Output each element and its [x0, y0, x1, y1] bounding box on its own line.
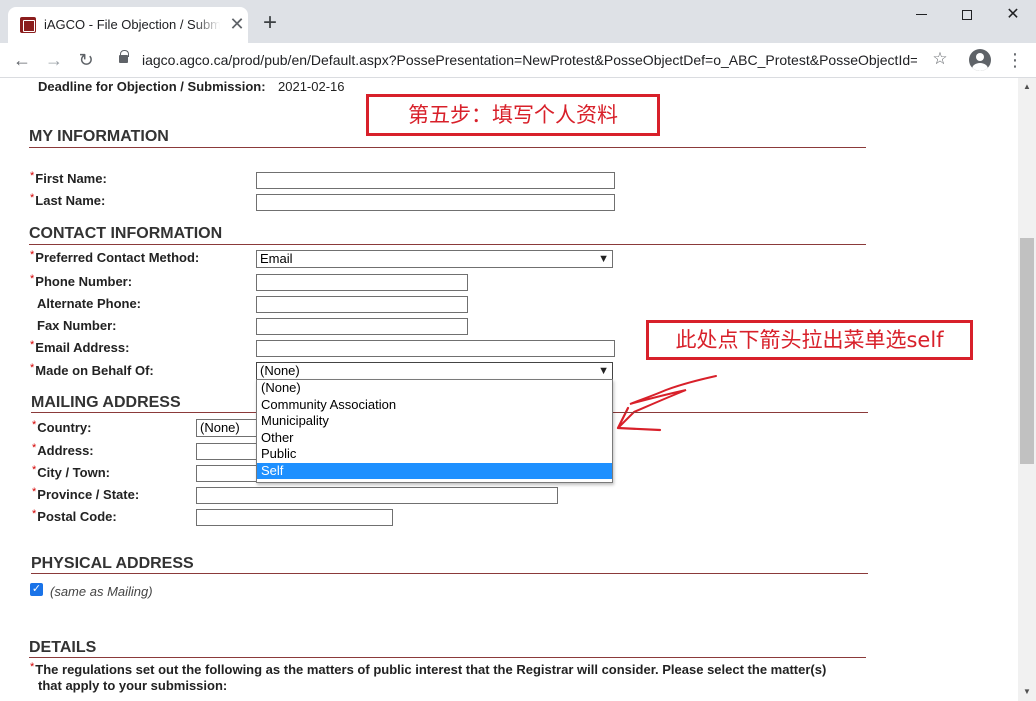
details-text-line2: that apply to your submission:: [38, 678, 228, 693]
same-as-mailing-checkbox[interactable]: ✓: [30, 583, 43, 596]
dropdown-option[interactable]: Community Association: [257, 397, 612, 414]
made-on-behalf-select[interactable]: (None) ▼: [256, 362, 613, 380]
page-scrollbar[interactable]: ▲ ▼: [1018, 78, 1036, 701]
phone-input[interactable]: [256, 274, 468, 291]
hint-annotation: 此处点下箭头拉出菜单选self: [646, 320, 973, 360]
first-name-label: *First Name:: [30, 170, 107, 186]
same-as-mailing-label: (same as Mailing): [50, 584, 153, 599]
back-arrow-icon[interactable]: ←: [10, 48, 34, 72]
scrollbar-thumb[interactable]: [1020, 238, 1034, 464]
email-input[interactable]: [256, 340, 615, 357]
address-label: *Address:: [32, 442, 94, 458]
lock-icon[interactable]: [119, 50, 129, 63]
section-title-physical-address: PHYSICAL ADDRESS: [31, 555, 194, 572]
window-close-button[interactable]: ✕: [990, 0, 1036, 30]
preferred-contact-select[interactable]: Email ▼: [256, 250, 613, 268]
section-divider: [29, 657, 866, 658]
section-title-contact-information: CONTACT INFORMATION: [29, 225, 223, 242]
profile-avatar-icon[interactable]: [969, 49, 991, 71]
section-divider: [29, 244, 866, 245]
deadline-label: Deadline for Objection / Submission:: [38, 79, 266, 94]
dropdown-option[interactable]: (None): [257, 380, 612, 397]
scroll-down-arrow-icon[interactable]: ▼: [1018, 683, 1036, 701]
browser-tab-active[interactable]: iAGCO - File Objection / Submission ✕: [8, 7, 248, 43]
section-title-my-information: MY INFORMATION: [29, 128, 169, 145]
forward-arrow-icon[interactable]: →: [42, 48, 66, 72]
email-label: *Email Address:: [30, 339, 130, 355]
browser-menu-icon[interactable]: ⋮: [1006, 49, 1024, 71]
fax-input[interactable]: [256, 318, 468, 335]
section-divider: [31, 573, 868, 574]
fax-label: Fax Number:: [37, 318, 117, 333]
window-minimize-button[interactable]: [898, 0, 944, 30]
dropdown-option-selected[interactable]: Self: [257, 462, 612, 479]
bookmark-star-icon[interactable]: ☆: [930, 49, 950, 69]
browser-toolbar: ← → ↻ iagco.agco.ca/prod/pub/en/Default.…: [0, 43, 1036, 78]
section-title-details: DETAILS: [29, 639, 97, 656]
page-viewport: Deadline for Objection / Submission: 202…: [0, 78, 1018, 701]
address-bar[interactable]: iagco.agco.ca/prod/pub/en/Default.aspx?P…: [142, 52, 917, 68]
chevron-down-icon: ▼: [598, 253, 609, 265]
annotation-arrow-icon: [616, 375, 717, 432]
postal-code-label: *Postal Code:: [32, 508, 117, 524]
phone-label: *Phone Number:: [30, 273, 133, 289]
section-title-mailing-address: MAILING ADDRESS: [31, 394, 181, 411]
last-name-input[interactable]: [256, 194, 615, 211]
province-label: *Province / State:: [32, 486, 140, 502]
reload-icon[interactable]: ↻: [74, 48, 98, 72]
alternate-phone-input[interactable]: [256, 296, 468, 313]
province-input[interactable]: [196, 487, 558, 504]
agco-favicon-icon: [20, 17, 36, 33]
new-tab-icon[interactable]: +: [258, 11, 282, 36]
country-label: *Country:: [32, 419, 92, 435]
deadline-value: 2021-02-16: [278, 79, 345, 94]
last-name-label: *Last Name:: [30, 192, 106, 208]
first-name-input[interactable]: [256, 172, 615, 189]
scroll-up-arrow-icon[interactable]: ▲: [1018, 78, 1036, 96]
tab-close-icon[interactable]: ✕: [228, 15, 246, 33]
made-on-behalf-dropdown[interactable]: (None) Community Association Municipalit…: [256, 379, 613, 483]
city-label: *City / Town:: [32, 464, 110, 480]
step-annotation: 第五步：填写个人资料: [366, 94, 660, 136]
postal-code-input[interactable]: [196, 509, 393, 526]
made-on-behalf-label: *Made on Behalf Of:: [30, 362, 154, 378]
dropdown-option[interactable]: Public: [257, 446, 612, 463]
alternate-phone-label: Alternate Phone:: [37, 296, 142, 311]
details-text-line1: *The regulations set out the following a…: [30, 661, 827, 677]
preferred-contact-label: *Preferred Contact Method:: [30, 249, 200, 265]
window-maximize-button[interactable]: [944, 0, 990, 30]
browser-tab-strip: iAGCO - File Objection / Submission ✕ + …: [0, 0, 1036, 43]
section-divider: [29, 147, 866, 148]
dropdown-option[interactable]: Other: [257, 430, 612, 447]
dropdown-option[interactable]: Municipality: [257, 413, 612, 430]
